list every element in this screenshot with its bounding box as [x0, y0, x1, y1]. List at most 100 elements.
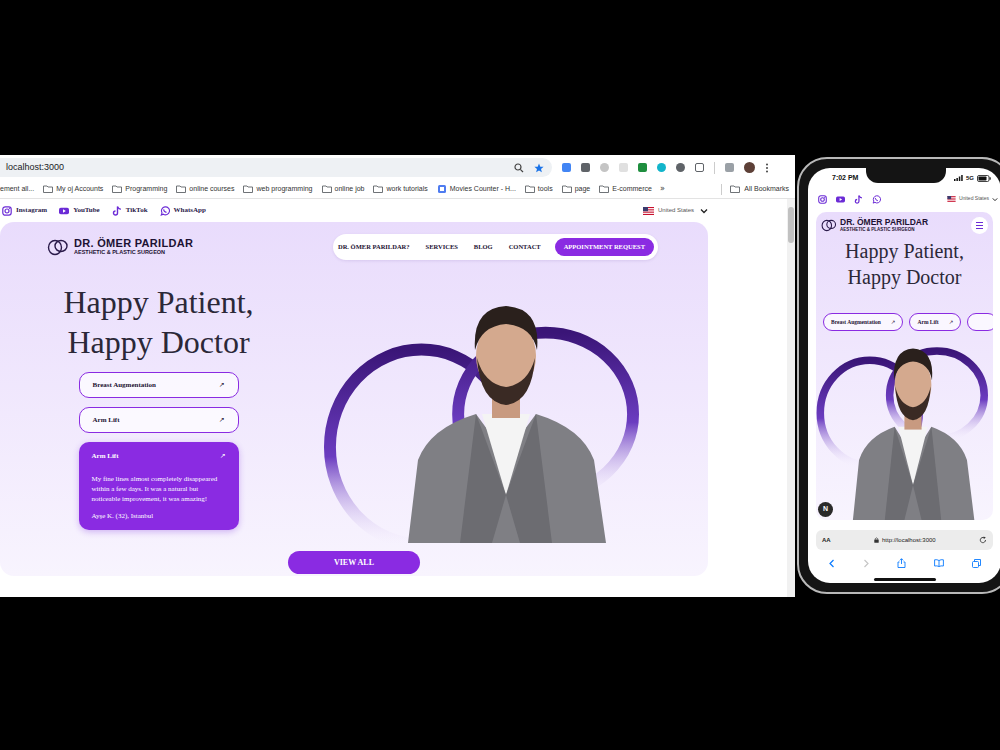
share-icon[interactable]	[897, 558, 906, 568]
tiktok-icon[interactable]	[854, 195, 863, 204]
service-pill[interactable]: Breast Augmentation ↗	[823, 313, 903, 331]
bookmark-item[interactable]: work tutorials	[373, 184, 427, 195]
bookmarks-overflow[interactable]: »	[660, 183, 665, 195]
bookmark-label[interactable]: Movies Counter - H...	[450, 184, 516, 195]
bookmark-label[interactable]: My oj Accounts	[56, 184, 103, 195]
bookmark-item[interactable]: E-commerce	[599, 184, 652, 195]
instagram-icon[interactable]	[2, 206, 12, 216]
whatsapp-icon[interactable]	[872, 195, 881, 204]
extension-icon[interactable]	[600, 163, 609, 172]
profile-icon[interactable]	[744, 162, 755, 173]
arrow-icon[interactable]: ↗	[220, 451, 226, 462]
youtube-icon[interactable]	[836, 195, 845, 204]
social-label[interactable]: TikTok	[126, 205, 148, 216]
extension-icon[interactable]	[638, 163, 647, 172]
back-icon[interactable]	[828, 559, 835, 568]
social-link[interactable]: WhatsApp	[160, 205, 206, 216]
region-selector[interactable]: United States	[643, 206, 708, 215]
safari-address-bar[interactable]: AA http://localhost:3000	[816, 530, 993, 550]
tabs-icon[interactable]	[972, 559, 981, 568]
bookmark-label[interactable]: work tutorials	[386, 184, 427, 195]
nav-link[interactable]: CONTACT	[509, 242, 541, 252]
bookmark-label[interactable]: page	[575, 184, 591, 195]
bookmark-label[interactable]: Programming	[125, 184, 167, 195]
scrollbar[interactable]	[787, 199, 795, 597]
tiktok-icon[interactable]	[112, 206, 122, 216]
chevron-down-icon[interactable]	[700, 208, 708, 214]
extension-icon[interactable]	[657, 163, 666, 172]
address-bar[interactable]: localhost:3000	[0, 158, 552, 177]
service-title[interactable]: Breast Augmentation	[93, 380, 156, 391]
bookmark-label[interactable]: tools	[538, 184, 553, 195]
service-title[interactable]: Arm Lift	[917, 318, 938, 326]
star-icon[interactable]	[534, 163, 544, 173]
url-text[interactable]: localhost:3000	[6, 161, 514, 175]
dev-badge[interactable]: N	[818, 502, 833, 517]
service-title[interactable]: Arm Lift	[93, 415, 120, 426]
arrow-icon[interactable]: ↗	[891, 318, 896, 326]
extension-icon[interactable]	[562, 163, 571, 172]
arrow-icon[interactable]: ↗	[219, 380, 225, 391]
chevron-down-icon[interactable]	[992, 197, 998, 202]
logo-name[interactable]: DR. ÖMER PARILDAR	[74, 238, 193, 249]
extension-icon[interactable]	[676, 163, 685, 172]
bookmark-item[interactable]: Programming	[112, 184, 167, 195]
arrow-icon[interactable]: ↗	[219, 415, 225, 426]
bookmark-label[interactable]: E-commerce	[612, 184, 652, 195]
nav-link[interactable]: BLOG	[474, 242, 493, 252]
service-card[interactable]: Arm Lift↗My fine lines almost completely…	[79, 442, 239, 530]
bookmark-item[interactable]: online job	[322, 184, 365, 195]
service-pill[interactable]	[967, 313, 993, 331]
scrollbar-thumb[interactable]	[788, 207, 794, 243]
bookmark-item[interactable]: web programming	[243, 184, 312, 195]
bookmark-item[interactable]: My oj Accounts	[43, 184, 103, 195]
all-bookmarks[interactable]: All Bookmarks	[744, 184, 789, 195]
reload-icon[interactable]	[979, 536, 987, 544]
arrow-icon[interactable]: ↗	[949, 318, 954, 326]
extension-icon[interactable]	[725, 163, 734, 172]
bookmark-item[interactable]: ement all...	[0, 184, 34, 195]
safari-url[interactable]: http://localhost:3000	[831, 536, 979, 545]
service-header[interactable]: Breast Augmentation ↗	[93, 380, 225, 391]
site-logo[interactable]: DR. ÖMER PARILDAR AESTHETIC & PLASTIC SU…	[821, 218, 928, 232]
service-pill[interactable]: Arm Lift ↗	[909, 313, 961, 331]
youtube-icon[interactable]	[59, 206, 69, 216]
region-label[interactable]: United States	[959, 195, 989, 203]
site-logo[interactable]: DR. ÖMER PARILDAR AESTHETIC & PLASTIC SU…	[47, 238, 193, 256]
phone-region-selector[interactable]: United States	[947, 195, 998, 203]
bookmark-item[interactable]: tools	[525, 184, 553, 195]
social-label[interactable]: YouTube	[73, 205, 100, 216]
logo-name[interactable]: DR. ÖMER PARILDAR	[840, 218, 928, 227]
appointment-button[interactable]: APPOINTMENT REQUEST	[555, 238, 654, 256]
view-all-button[interactable]: VIEW ALL	[288, 551, 420, 574]
service-card[interactable]: Arm Lift ↗	[79, 407, 239, 433]
url-text[interactable]: http://localhost:3000	[882, 536, 936, 545]
bookmark-label[interactable]: web programming	[256, 184, 312, 195]
bookmark-item[interactable]: page	[562, 184, 591, 195]
service-header[interactable]: Arm Lift↗	[92, 451, 226, 462]
nav-link[interactable]: DR. ÖMER PARILDAR?	[338, 242, 410, 252]
bookmark-label[interactable]: online job	[335, 184, 365, 195]
menu-dots-icon[interactable]	[765, 163, 769, 173]
service-header[interactable]: Arm Lift ↗	[93, 415, 225, 426]
bookmark-label[interactable]: ement all...	[0, 184, 34, 195]
extension-icon[interactable]	[581, 163, 590, 172]
puzzle-icon[interactable]	[695, 163, 704, 172]
bookmarks-icon[interactable]	[934, 559, 944, 567]
extension-icon[interactable]	[619, 163, 628, 172]
bookmark-item[interactable]: online courses	[176, 184, 234, 195]
service-title[interactable]: Breast Augmentation	[831, 318, 881, 326]
bookmark-item[interactable]: Movies Counter - H...	[437, 184, 516, 195]
hamburger-menu-icon[interactable]	[971, 217, 988, 234]
social-label[interactable]: WhatsApp	[174, 205, 206, 216]
social-link[interactable]: YouTube	[59, 205, 100, 216]
instagram-icon[interactable]	[818, 195, 827, 204]
text-size-button[interactable]: AA	[822, 536, 831, 545]
service-card[interactable]: Breast Augmentation ↗	[79, 372, 239, 398]
nav-link[interactable]: SERVICES	[426, 242, 458, 252]
social-link[interactable]: TikTok	[112, 205, 148, 216]
region-label[interactable]: United States	[658, 206, 694, 215]
whatsapp-icon[interactable]	[160, 206, 170, 216]
zoom-icon[interactable]	[514, 163, 524, 173]
social-label[interactable]: Instagram	[16, 205, 47, 216]
